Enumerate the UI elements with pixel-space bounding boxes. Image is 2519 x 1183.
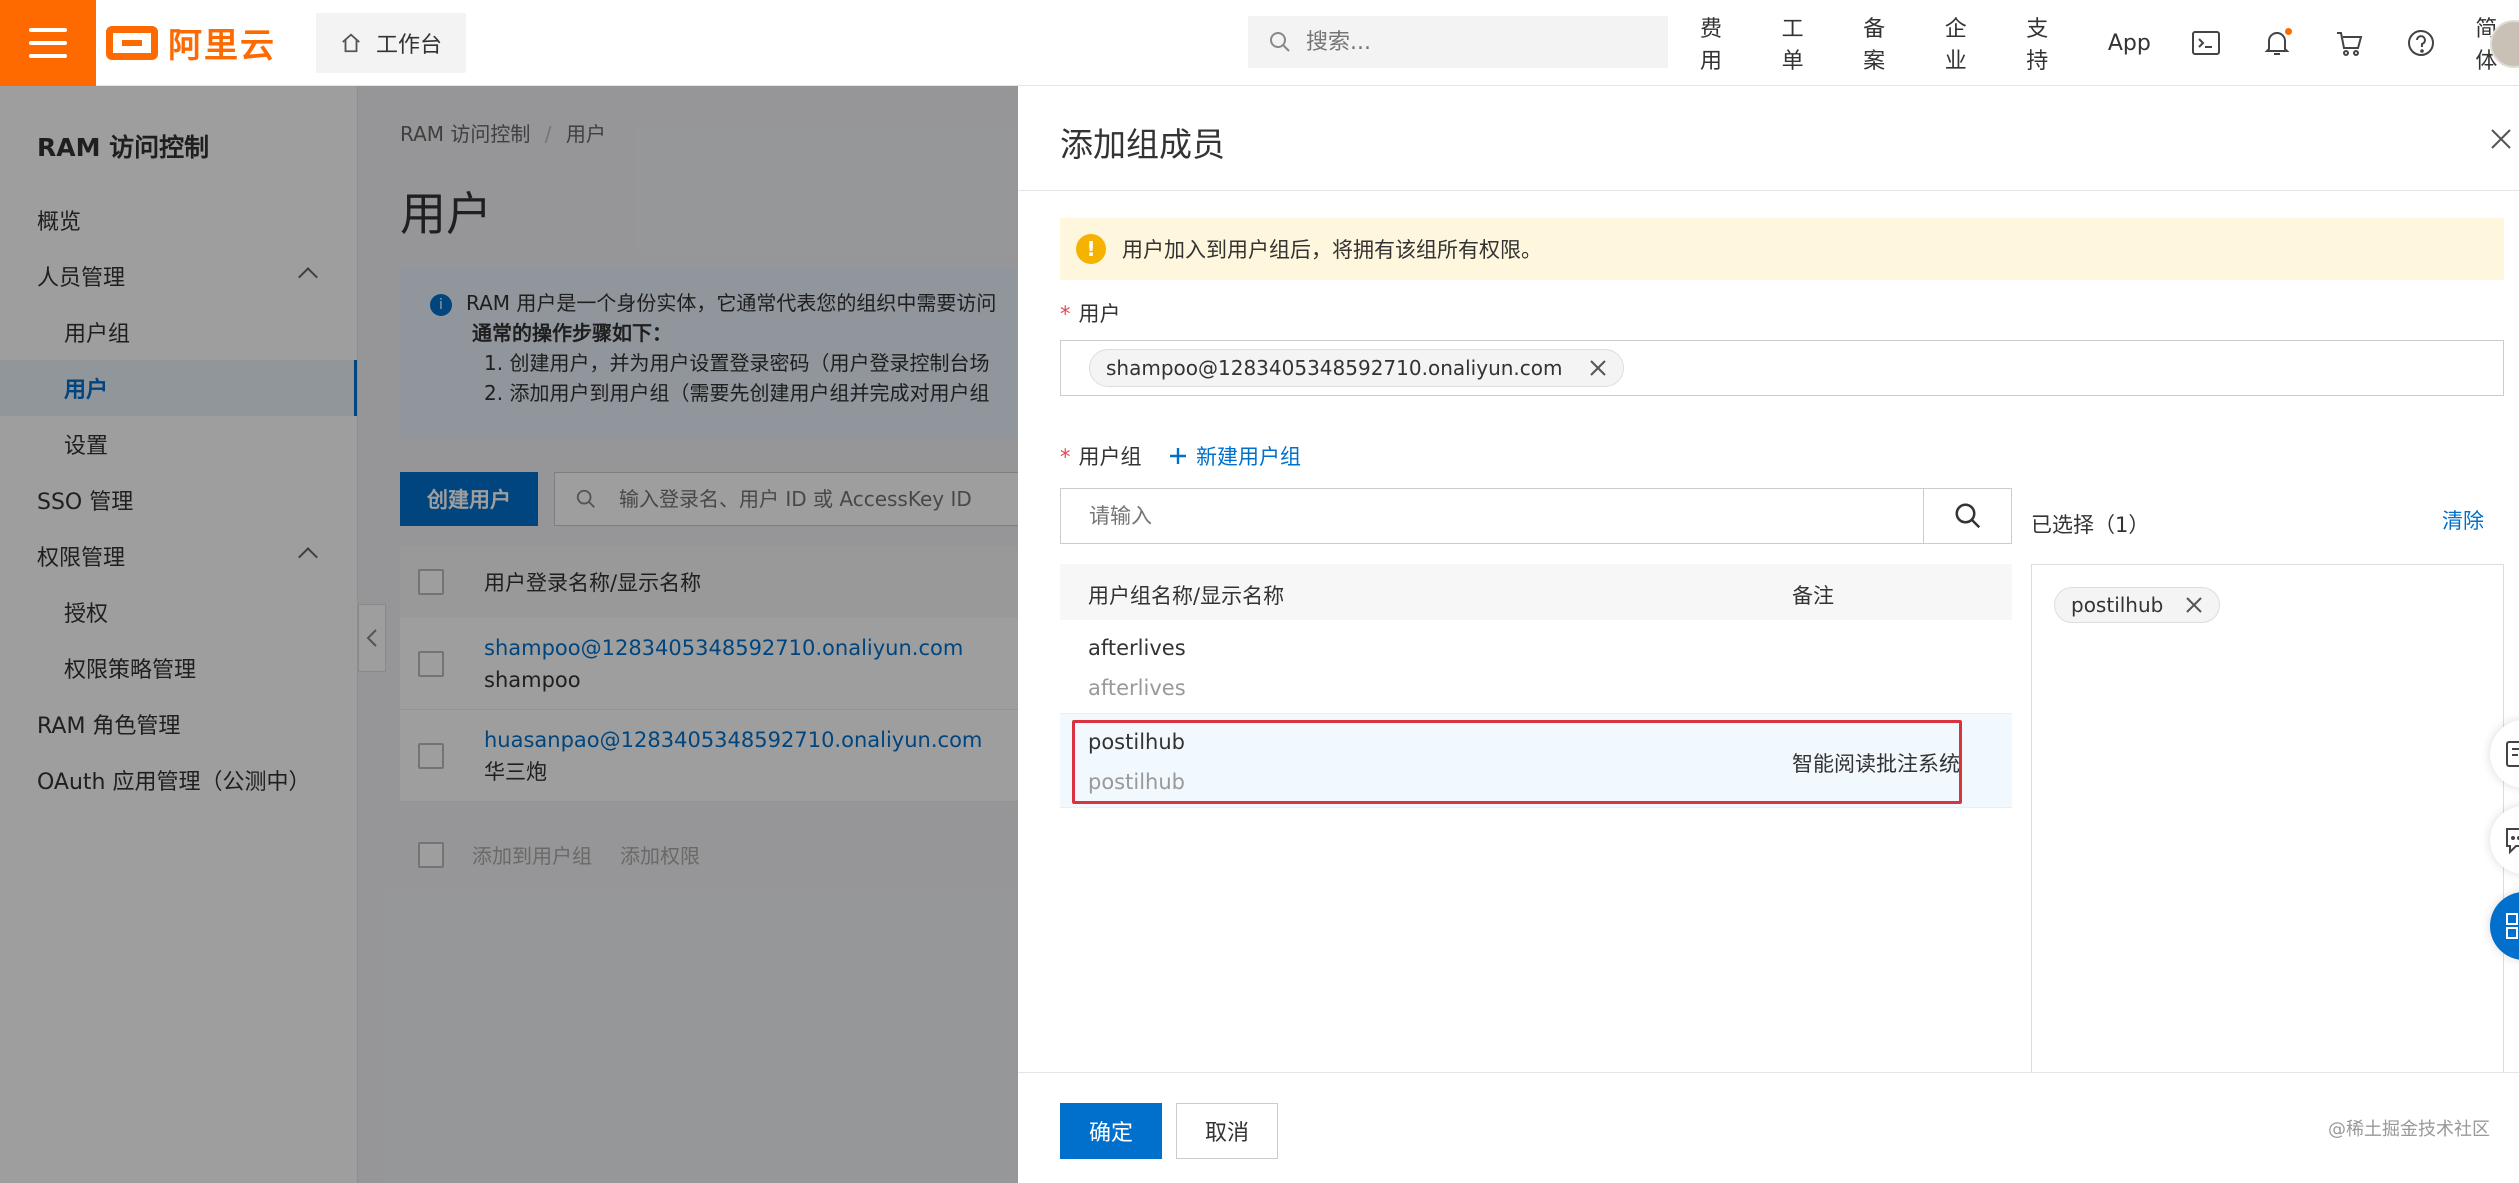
selected-user-label: shampoo@1283405348592710.onaliyun.com (1106, 356, 1563, 380)
group-field-label: * 用户组 (1060, 441, 1142, 471)
nav-tickets[interactable]: 工单 (1782, 11, 1826, 75)
drawer-footer: 确定 取消 @稀土掘金技术社区 (1018, 1072, 2519, 1183)
search-icon (1955, 503, 1980, 529)
workbench-button[interactable]: 工作台 (316, 12, 467, 73)
watermark: @稀土掘金技术社区 (2328, 1119, 2490, 1140)
user-label-text: 用户 (1078, 302, 1121, 326)
logo-mark-icon (106, 25, 158, 60)
confirm-button[interactable]: 确定 (1060, 1103, 1162, 1159)
column-remark: 备注 (1792, 584, 1834, 608)
highlight-annotation (1072, 720, 1962, 804)
warning-alert: ! 用户加入到用户组后，将拥有该组所有权限。 (1060, 218, 2504, 280)
notification-dot (2285, 28, 2293, 35)
add-group-member-drawer: 添加组成员 ! 用户加入到用户组后，将拥有该组所有权限。 * 用户 shampoo… (1018, 86, 2519, 1183)
drawer-divider (1018, 190, 2519, 191)
user-select-field[interactable]: shampoo@1283405348592710.onaliyun.com (1060, 340, 2504, 396)
aliyun-logo[interactable]: 阿里云 (106, 0, 276, 86)
selected-count: 已选择（1） (2031, 513, 2150, 537)
nav-enterprise[interactable]: 企业 (1945, 11, 1989, 75)
close-icon[interactable] (2185, 596, 2203, 614)
group-label-text: 用户组 (1078, 445, 1142, 469)
group-search-button[interactable] (1923, 489, 2011, 543)
nav-fees[interactable]: 费用 (1700, 11, 1744, 75)
close-icon[interactable] (2486, 124, 2516, 154)
hamburger-menu-button[interactable] (0, 0, 96, 86)
required-mark: * (1060, 445, 1071, 469)
new-group-label: 新建用户组 (1196, 445, 1301, 469)
edit-note-icon (2506, 741, 2519, 767)
global-search-input[interactable] (1306, 29, 1626, 55)
global-search[interactable] (1248, 16, 1668, 68)
close-icon[interactable] (1589, 359, 1607, 377)
column-group-name: 用户组名称/显示名称 (1088, 584, 1285, 608)
logo-text: 阿里云 (168, 26, 276, 66)
terminal-icon[interactable] (2189, 26, 2223, 60)
chat-icon (2506, 828, 2519, 855)
new-group-link[interactable]: 新建用户组 (1168, 441, 1301, 471)
workbench-label: 工作台 (376, 32, 443, 58)
grid-apps-icon (2506, 913, 2519, 939)
selected-group-tag: postilhub (2054, 587, 2221, 623)
selected-group-label: postilhub (2071, 593, 2164, 617)
search-icon (1270, 32, 1290, 52)
cancel-button[interactable]: 取消 (1176, 1103, 1278, 1159)
clear-selection-link[interactable]: 清除 (2442, 505, 2484, 535)
nav-support[interactable]: 支持 (2026, 11, 2070, 75)
selected-user-tag: shampoo@1283405348592710.onaliyun.com (1089, 349, 1624, 387)
help-icon[interactable] (2404, 26, 2438, 60)
group-table-header: 用户组名称/显示名称 备注 (1060, 564, 2012, 620)
required-mark: * (1060, 302, 1071, 326)
nav-app[interactable]: App (2108, 31, 2151, 56)
bell-icon[interactable] (2260, 26, 2294, 60)
group-row[interactable]: postilhub postilhub 智能阅读批注系统 (1060, 714, 2012, 808)
nav-icp[interactable]: 备案 (1863, 11, 1907, 75)
modal-overlay[interactable] (0, 86, 1018, 1183)
group-row[interactable]: afterlives afterlives (1060, 620, 2012, 714)
cart-icon[interactable] (2332, 26, 2366, 60)
group-search-input[interactable] (1061, 489, 1923, 543)
home-icon (342, 33, 360, 52)
warning-icon: ! (1076, 234, 1106, 264)
user-field-label: * 用户 (1060, 298, 1121, 328)
group-display-name: afterlives (1088, 676, 1186, 700)
drawer-title: 添加组成员 (1060, 125, 1225, 164)
group-name: afterlives (1088, 636, 1186, 660)
selected-list: postilhub (2031, 564, 2504, 1084)
plus-icon (1170, 448, 1186, 464)
top-nav-links: 费用 工单 备案 企业 支持 App 简体 (1700, 0, 2519, 86)
group-search (1060, 488, 2012, 544)
warning-text: 用户加入到用户组后，将拥有该组所有权限。 (1122, 238, 1542, 262)
